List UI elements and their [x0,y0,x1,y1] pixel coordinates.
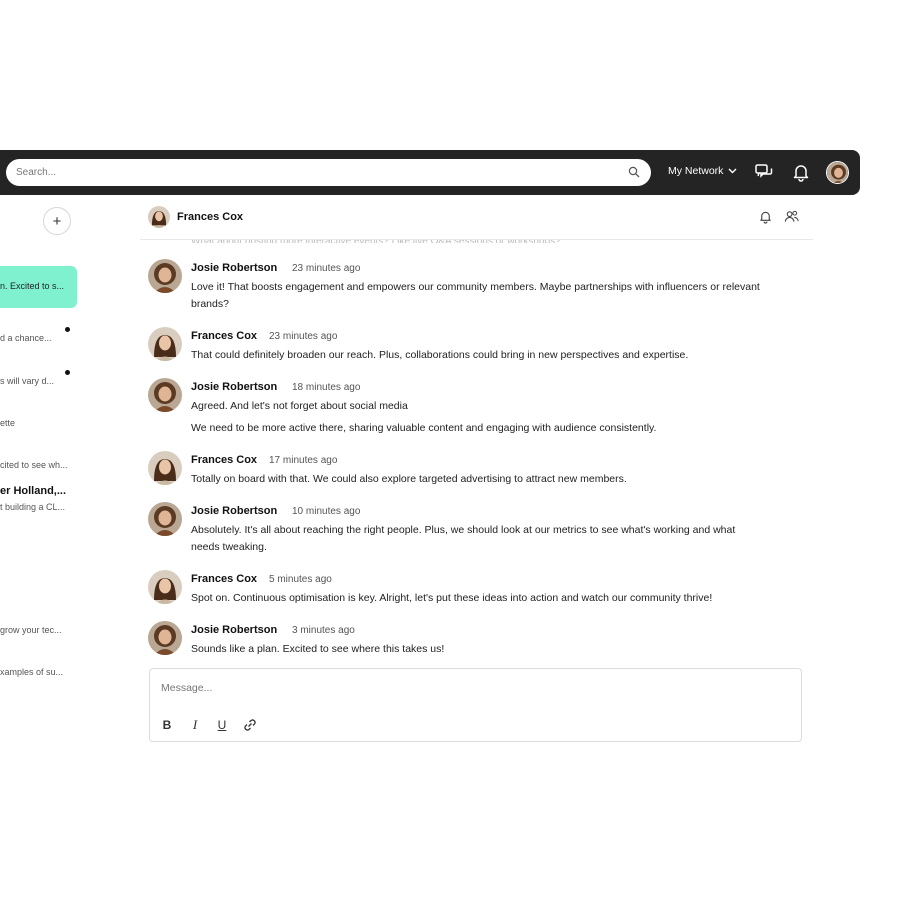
conversation-preview: d a chance... [0,333,52,343]
members-icon[interactable] [784,209,799,224]
conversation-item[interactable]: cited to see wh... [0,460,77,470]
josie-avatar[interactable] [148,378,182,412]
user-avatar[interactable] [826,161,849,184]
link-icon[interactable] [242,717,258,733]
message-time: 5 minutes ago [269,574,332,585]
message-input[interactable] [161,680,781,696]
message-text: Sounds like a plan. Excited to see where… [191,643,445,655]
conversation-preview: s will vary d... [0,376,55,386]
unread-dot [65,327,70,332]
bold-button[interactable]: B [159,717,175,733]
message-text: Totally on board with that. We could als… [191,473,627,485]
underline-button[interactable]: U [214,717,230,733]
italic-button[interactable]: I [187,717,203,733]
message-composer: B I U [149,668,802,742]
conversation-item[interactable]: t building a CL... [0,502,77,512]
contact-avatar[interactable] [148,206,170,228]
search-bar[interactable] [6,159,651,186]
message-text: needs tweaking. [191,541,267,553]
message-author: Frances Cox [191,454,258,466]
message-time: 3 minutes ago [292,625,355,636]
top-navigation-bar: My Network [0,150,860,195]
conversation-name: er Holland,... [0,485,67,497]
conversation-item[interactable]: d a chance... [0,333,77,343]
conversation-preview: grow your tec... [0,625,62,635]
bell-icon[interactable] [791,162,811,182]
conversation-item-active[interactable]: n. Excited to s... [0,266,77,308]
conversation-item[interactable]: ette [0,418,77,428]
message-text: Agreed. And let's not forget about socia… [191,400,408,412]
conversation-preview: ette [0,418,16,428]
message-author: Josie Robertson [191,381,278,393]
conversation-item[interactable]: s will vary d... [0,376,77,386]
conversation-preview: xamples of su... [0,667,64,677]
frances-avatar[interactable] [148,327,182,361]
my-network-label: My Network [668,165,724,177]
frances-avatar[interactable] [148,451,182,485]
conversation-item-name[interactable]: er Holland,... [0,485,77,497]
search-icon[interactable] [628,166,640,178]
chevron-down-icon [728,168,737,174]
josie-avatar[interactable] [148,502,182,536]
message-author: Josie Robertson [191,505,278,517]
message-text: Absolutely. It's all about reaching the … [191,524,736,536]
conversation-preview: cited to see wh... [0,460,68,470]
message-text: That could definitely broaden our reach.… [191,349,689,361]
message-text: Spot on. Continuous optimisation is key.… [191,592,713,604]
message-time: 23 minutes ago [269,331,338,342]
search-input[interactable] [16,159,616,186]
unread-dot [65,370,70,375]
josie-avatar[interactable] [148,259,182,293]
message-time: 23 minutes ago [292,263,361,274]
message-author: Josie Robertson [191,262,278,274]
message-author: Frances Cox [191,573,258,585]
my-network-dropdown[interactable]: My Network [668,165,737,177]
message-time: 10 minutes ago [292,506,361,517]
chat-header: Frances Cox [140,195,813,240]
message-time: 18 minutes ago [292,382,361,393]
conversation-preview: n. Excited to s... [0,281,65,291]
conversation-sidebar: + n. Excited to s... d a chance... s wil… [0,195,85,695]
message-author: Josie Robertson [191,624,278,636]
contact-name: Frances Cox [177,211,244,223]
conversation-item[interactable]: xamples of su... [0,667,77,677]
conversation-item[interactable]: grow your tec... [0,625,77,635]
josie-avatar[interactable] [148,621,182,655]
chat-panel: Frances Cox What about hosting more inte… [140,195,815,745]
message-author: Frances Cox [191,330,258,342]
message-time: 17 minutes ago [269,455,338,466]
frances-avatar[interactable] [148,570,182,604]
message-text: brands? [191,298,229,310]
notification-bell-icon[interactable] [758,209,773,224]
conversation-preview: t building a CL... [0,502,66,512]
message-text: Love it! That boosts engagement and empo… [191,281,760,293]
messages-icon[interactable] [754,162,774,182]
new-conversation-button[interactable]: + [43,207,71,235]
message-text: We need to be more active there, sharing… [191,422,657,434]
